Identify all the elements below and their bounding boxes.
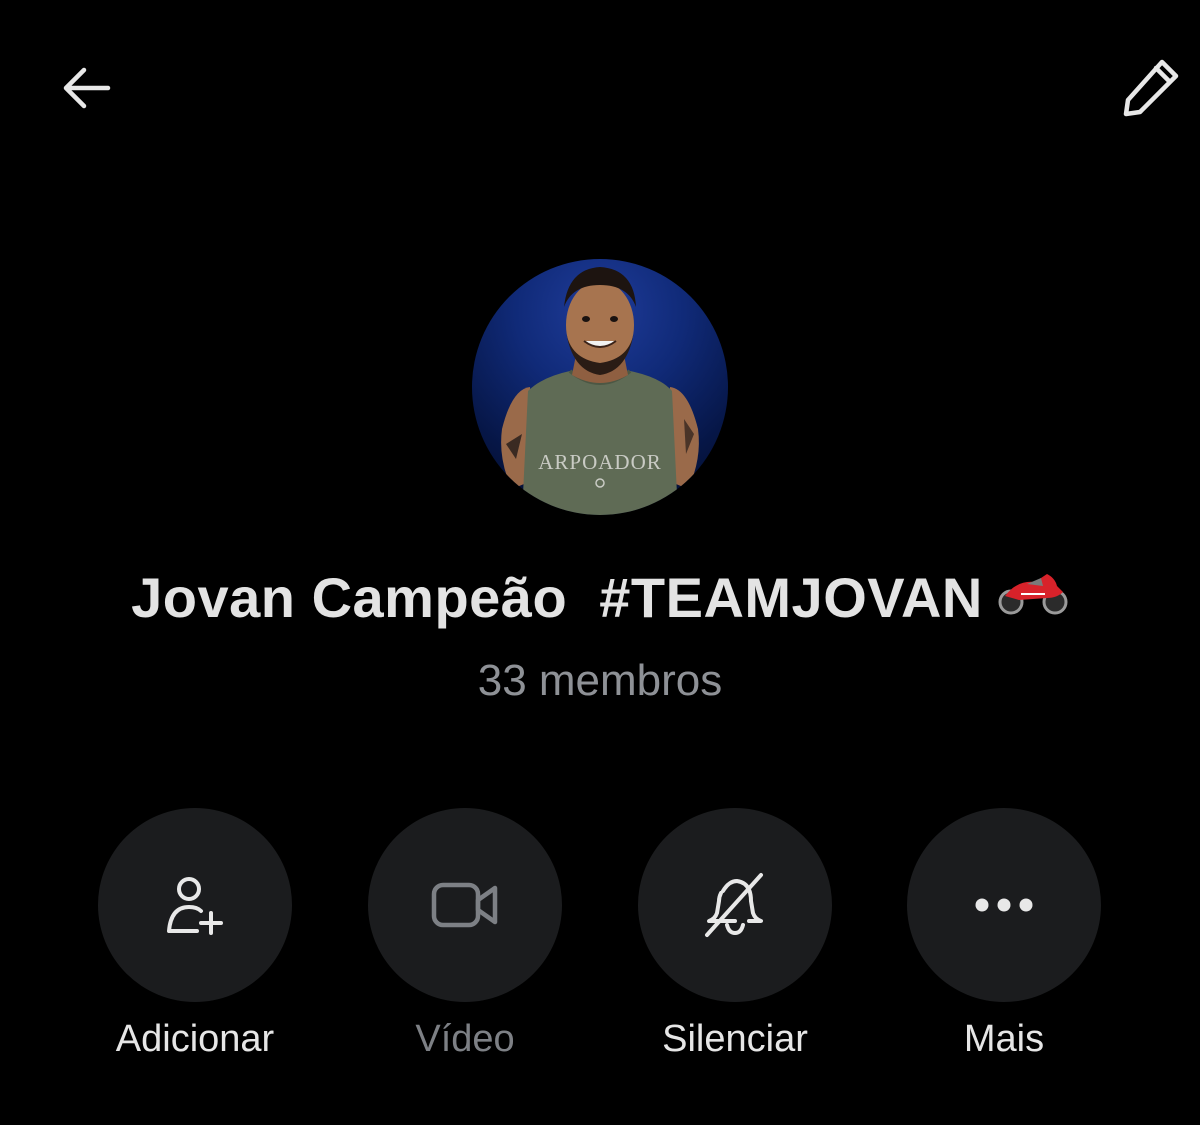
member-count: 33 membros xyxy=(477,656,723,705)
more-circle[interactable] xyxy=(907,808,1101,1002)
arrow-left-icon xyxy=(63,67,111,109)
group-avatar[interactable]: ARPOADOR xyxy=(472,259,728,515)
add-member-circle[interactable] xyxy=(98,808,292,1002)
add-member-label: Adicionar xyxy=(115,1018,275,1060)
pencil-icon xyxy=(1123,59,1179,117)
more-label: Mais xyxy=(963,1018,1045,1060)
avatar-photo: ARPOADOR xyxy=(501,267,699,515)
edit-button[interactable] xyxy=(1110,48,1190,128)
video-call-circle[interactable] xyxy=(368,808,562,1002)
more-button[interactable]: Mais xyxy=(904,808,1104,1061)
motorcycle-emoji xyxy=(997,564,1069,629)
video-call-button[interactable]: Vídeo xyxy=(365,808,565,1061)
group-name-text: Jovan Campeão #TEAMJOVAN xyxy=(131,566,983,629)
back-button[interactable] xyxy=(46,48,126,128)
bell-off-icon xyxy=(705,873,763,937)
mute-button[interactable]: Silenciar xyxy=(635,808,835,1061)
add-person-icon xyxy=(167,877,223,935)
video-call-label: Vídeo xyxy=(415,1018,515,1060)
video-camera-icon xyxy=(431,882,498,928)
mute-circle[interactable] xyxy=(638,808,832,1002)
group-name: Jovan Campeão #TEAMJOVAN xyxy=(0,565,1200,635)
add-member-button[interactable]: Adicionar xyxy=(95,808,295,1061)
mute-label: Silenciar xyxy=(662,1018,808,1060)
avatar-shirt-text: ARPOADOR xyxy=(538,450,662,474)
more-dots-icon xyxy=(975,898,1033,912)
action-bar: Adicionar Vídeo Silenciar Mais xyxy=(0,808,1200,1068)
